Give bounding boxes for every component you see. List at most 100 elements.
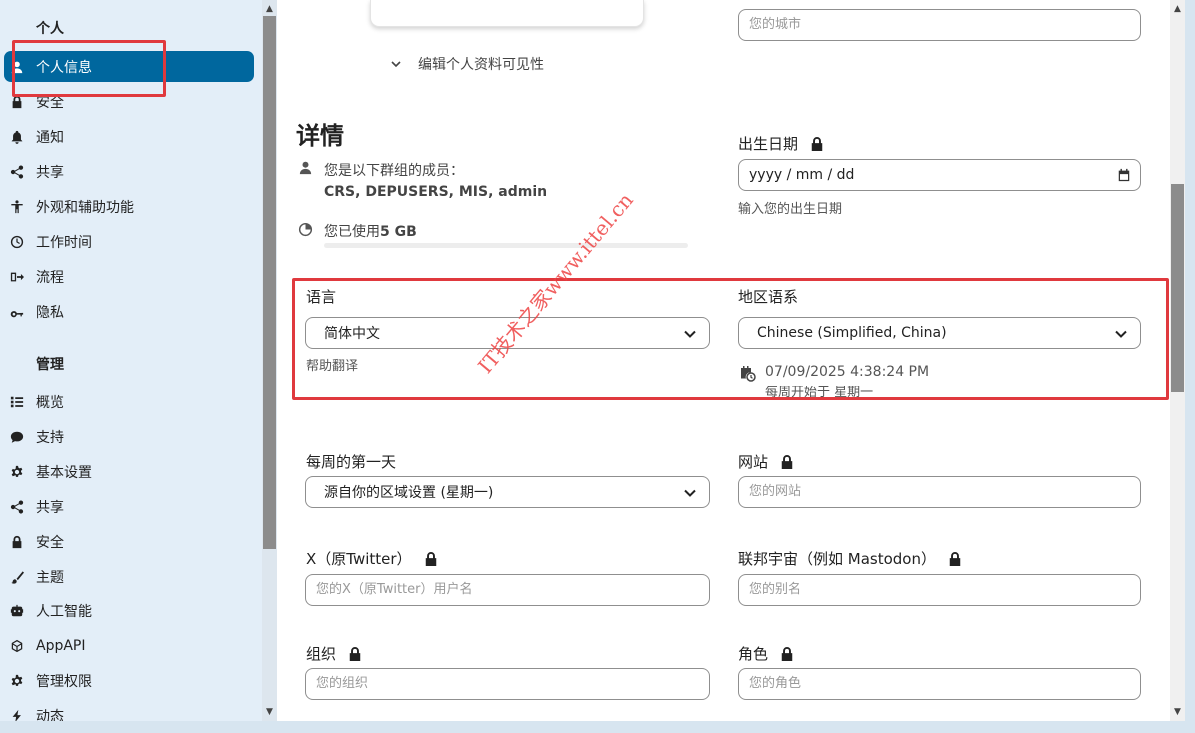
group-person-icon (298, 160, 313, 179)
first-day-label: 每周的第一天 (306, 453, 397, 471)
edit-visibility-toggle[interactable]: 编辑个人资料可见性 (390, 54, 544, 74)
window-frame-bottom (0, 721, 1195, 733)
section-heading-admin: 管理 (36, 357, 64, 373)
lock-icon[interactable] (780, 454, 794, 470)
details-title: 详情 (296, 122, 344, 150)
sidebar-item-sharing[interactable]: 共享 (4, 156, 254, 187)
lock-icon[interactable] (424, 551, 438, 567)
organisation-input[interactable]: 您的组织 (305, 668, 710, 700)
sidebar-item-support[interactable]: 支持 (4, 421, 254, 452)
website-label: 网站 (738, 453, 769, 471)
sidebar-item-label: 流程 (36, 269, 64, 286)
usage-pie-icon (298, 222, 313, 241)
sidebar-item-flow[interactable]: 流程 (4, 261, 254, 292)
sidebar-item-admin-security[interactable]: 安全 (4, 526, 254, 557)
sidebar-item-label: 概览 (36, 394, 64, 411)
usage-prefix: 您已使用 (324, 224, 380, 240)
birthday-hint: 输入您的出生日期 (738, 202, 843, 217)
fediverse-label-row: 联邦宇宙（例如 Mastodon） (738, 548, 962, 569)
scroll-down-arrow-icon[interactable]: ▼ (262, 705, 277, 719)
sidebar-item-label: 共享 (36, 499, 64, 516)
section-heading-personal: 个人 (36, 21, 64, 37)
sidebar-item-label: 基本设置 (36, 464, 92, 481)
lock-icon (10, 535, 24, 549)
scroll-up-arrow-icon[interactable]: ▲ (262, 2, 277, 16)
usage-text: 您已使用5 GB (324, 221, 417, 241)
sidebar-item-working-hours[interactable]: 工作时间 (4, 226, 254, 257)
birthday-label: 出生日期 (738, 135, 799, 153)
website-label-row: 网站 (738, 451, 794, 472)
fediverse-label: 联邦宇宙（例如 Mastodon） (738, 550, 936, 568)
groups-value: CRS, DEPUSERS, MIS, admin (324, 184, 548, 200)
flow-icon (10, 270, 24, 284)
first-day-value: 源自你的区域设置 (星期一) (324, 485, 494, 501)
sidebar-item-label: 支持 (36, 429, 64, 446)
role-input[interactable]: 您的角色 (738, 668, 1141, 700)
sidebar-item-privacy[interactable]: 隐私 (4, 296, 254, 327)
list-icon (10, 395, 24, 409)
sidebar-scrollbar[interactable]: ▲ ▼ (262, 0, 277, 721)
calendar-icon[interactable] (1117, 168, 1131, 182)
sidebar-item-label: 共享 (36, 164, 64, 181)
highlight-box-language (292, 278, 1169, 400)
organisation-label-row: 组织 (306, 643, 362, 664)
sidebar-item-admin-sharing[interactable]: 共享 (4, 491, 254, 522)
sidebar-item-admin-privileges[interactable]: 管理权限 (4, 665, 254, 696)
fediverse-input[interactable]: 您的别名 (738, 574, 1141, 606)
lock-icon[interactable] (948, 551, 962, 567)
first-day-select[interactable]: 源自你的区域设置 (星期一) (305, 476, 710, 508)
scrollbar-thumb[interactable] (1171, 184, 1184, 392)
chevron-down-icon (684, 489, 696, 497)
sidebar-item-label: 工作时间 (36, 234, 92, 251)
sidebar-item-ai[interactable]: 人工智能 (4, 595, 254, 626)
twitter-input[interactable]: 您的X（原Twitter）用户名 (305, 574, 710, 606)
main-scrollbar[interactable]: ▲ ▼ (1170, 0, 1185, 721)
website-input[interactable]: 您的网站 (738, 476, 1141, 508)
sidebar-item-accessibility[interactable]: 外观和辅助功能 (4, 191, 254, 222)
share-icon (10, 499, 24, 514)
sidebar-item-appapi[interactable]: AppAPI (4, 630, 254, 661)
organisation-label: 组织 (306, 645, 337, 663)
highlight-box-sidebar (12, 40, 166, 97)
chevron-down-icon (391, 61, 401, 68)
twitter-label: X（原Twitter） (306, 550, 412, 568)
lock-icon[interactable] (810, 136, 824, 152)
chat-icon (10, 430, 24, 444)
window-frame-right (1185, 0, 1195, 733)
sidebar-item-label: 外观和辅助功能 (36, 199, 134, 216)
sidebar-item-label: 主题 (36, 569, 64, 586)
sidebar-item-activity[interactable]: 动态 (4, 700, 254, 721)
sidebar-item-theming[interactable]: 主题 (4, 561, 254, 592)
lock-icon[interactable] (348, 646, 362, 662)
sidebar-item-notifications[interactable]: 通知 (4, 121, 254, 152)
sidebar-item-overview[interactable]: 概览 (4, 386, 254, 417)
key-icon (10, 305, 24, 319)
usage-progress-bar (324, 243, 688, 248)
gear-icon (10, 465, 24, 479)
clock-icon (10, 235, 24, 249)
city-input[interactable]: 您的城市 (738, 9, 1141, 41)
sidebar-item-label: 人工智能 (36, 603, 92, 620)
bolt-icon (10, 709, 24, 721)
scroll-up-arrow-icon[interactable]: ▲ (1170, 2, 1185, 16)
sidebar-item-label: 动态 (36, 708, 64, 722)
groups-label: 您是以下群组的成员： (324, 163, 464, 179)
gear-icon (10, 674, 24, 688)
scrollbar-thumb[interactable] (263, 16, 276, 549)
lock-icon[interactable] (780, 646, 794, 662)
sidebar: 个人 个人信息 安全 通知 共享 外观和辅助功能 工作时间 流程 隐私 管理 概… (0, 0, 277, 733)
role-label: 角色 (738, 645, 769, 663)
birthday-label-row: 出生日期 (738, 133, 824, 154)
scroll-down-arrow-icon[interactable]: ▼ (1170, 705, 1185, 719)
share-icon (10, 164, 24, 179)
sidebar-item-label: 安全 (36, 534, 64, 551)
profile-card (370, 0, 644, 27)
sidebar-item-label: 隐私 (36, 304, 64, 321)
brush-icon (10, 570, 24, 584)
birthday-input[interactable]: yyyy / mm / dd (738, 159, 1141, 191)
birthday-value: yyyy / mm / dd (749, 167, 855, 183)
edit-visibility-label: 编辑个人资料可见性 (418, 57, 544, 73)
sidebar-scroll-area: 个人 个人信息 安全 通知 共享 外观和辅助功能 工作时间 流程 隐私 管理 概… (0, 0, 262, 721)
sidebar-item-basic-settings[interactable]: 基本设置 (4, 456, 254, 487)
cube-icon (10, 639, 24, 653)
